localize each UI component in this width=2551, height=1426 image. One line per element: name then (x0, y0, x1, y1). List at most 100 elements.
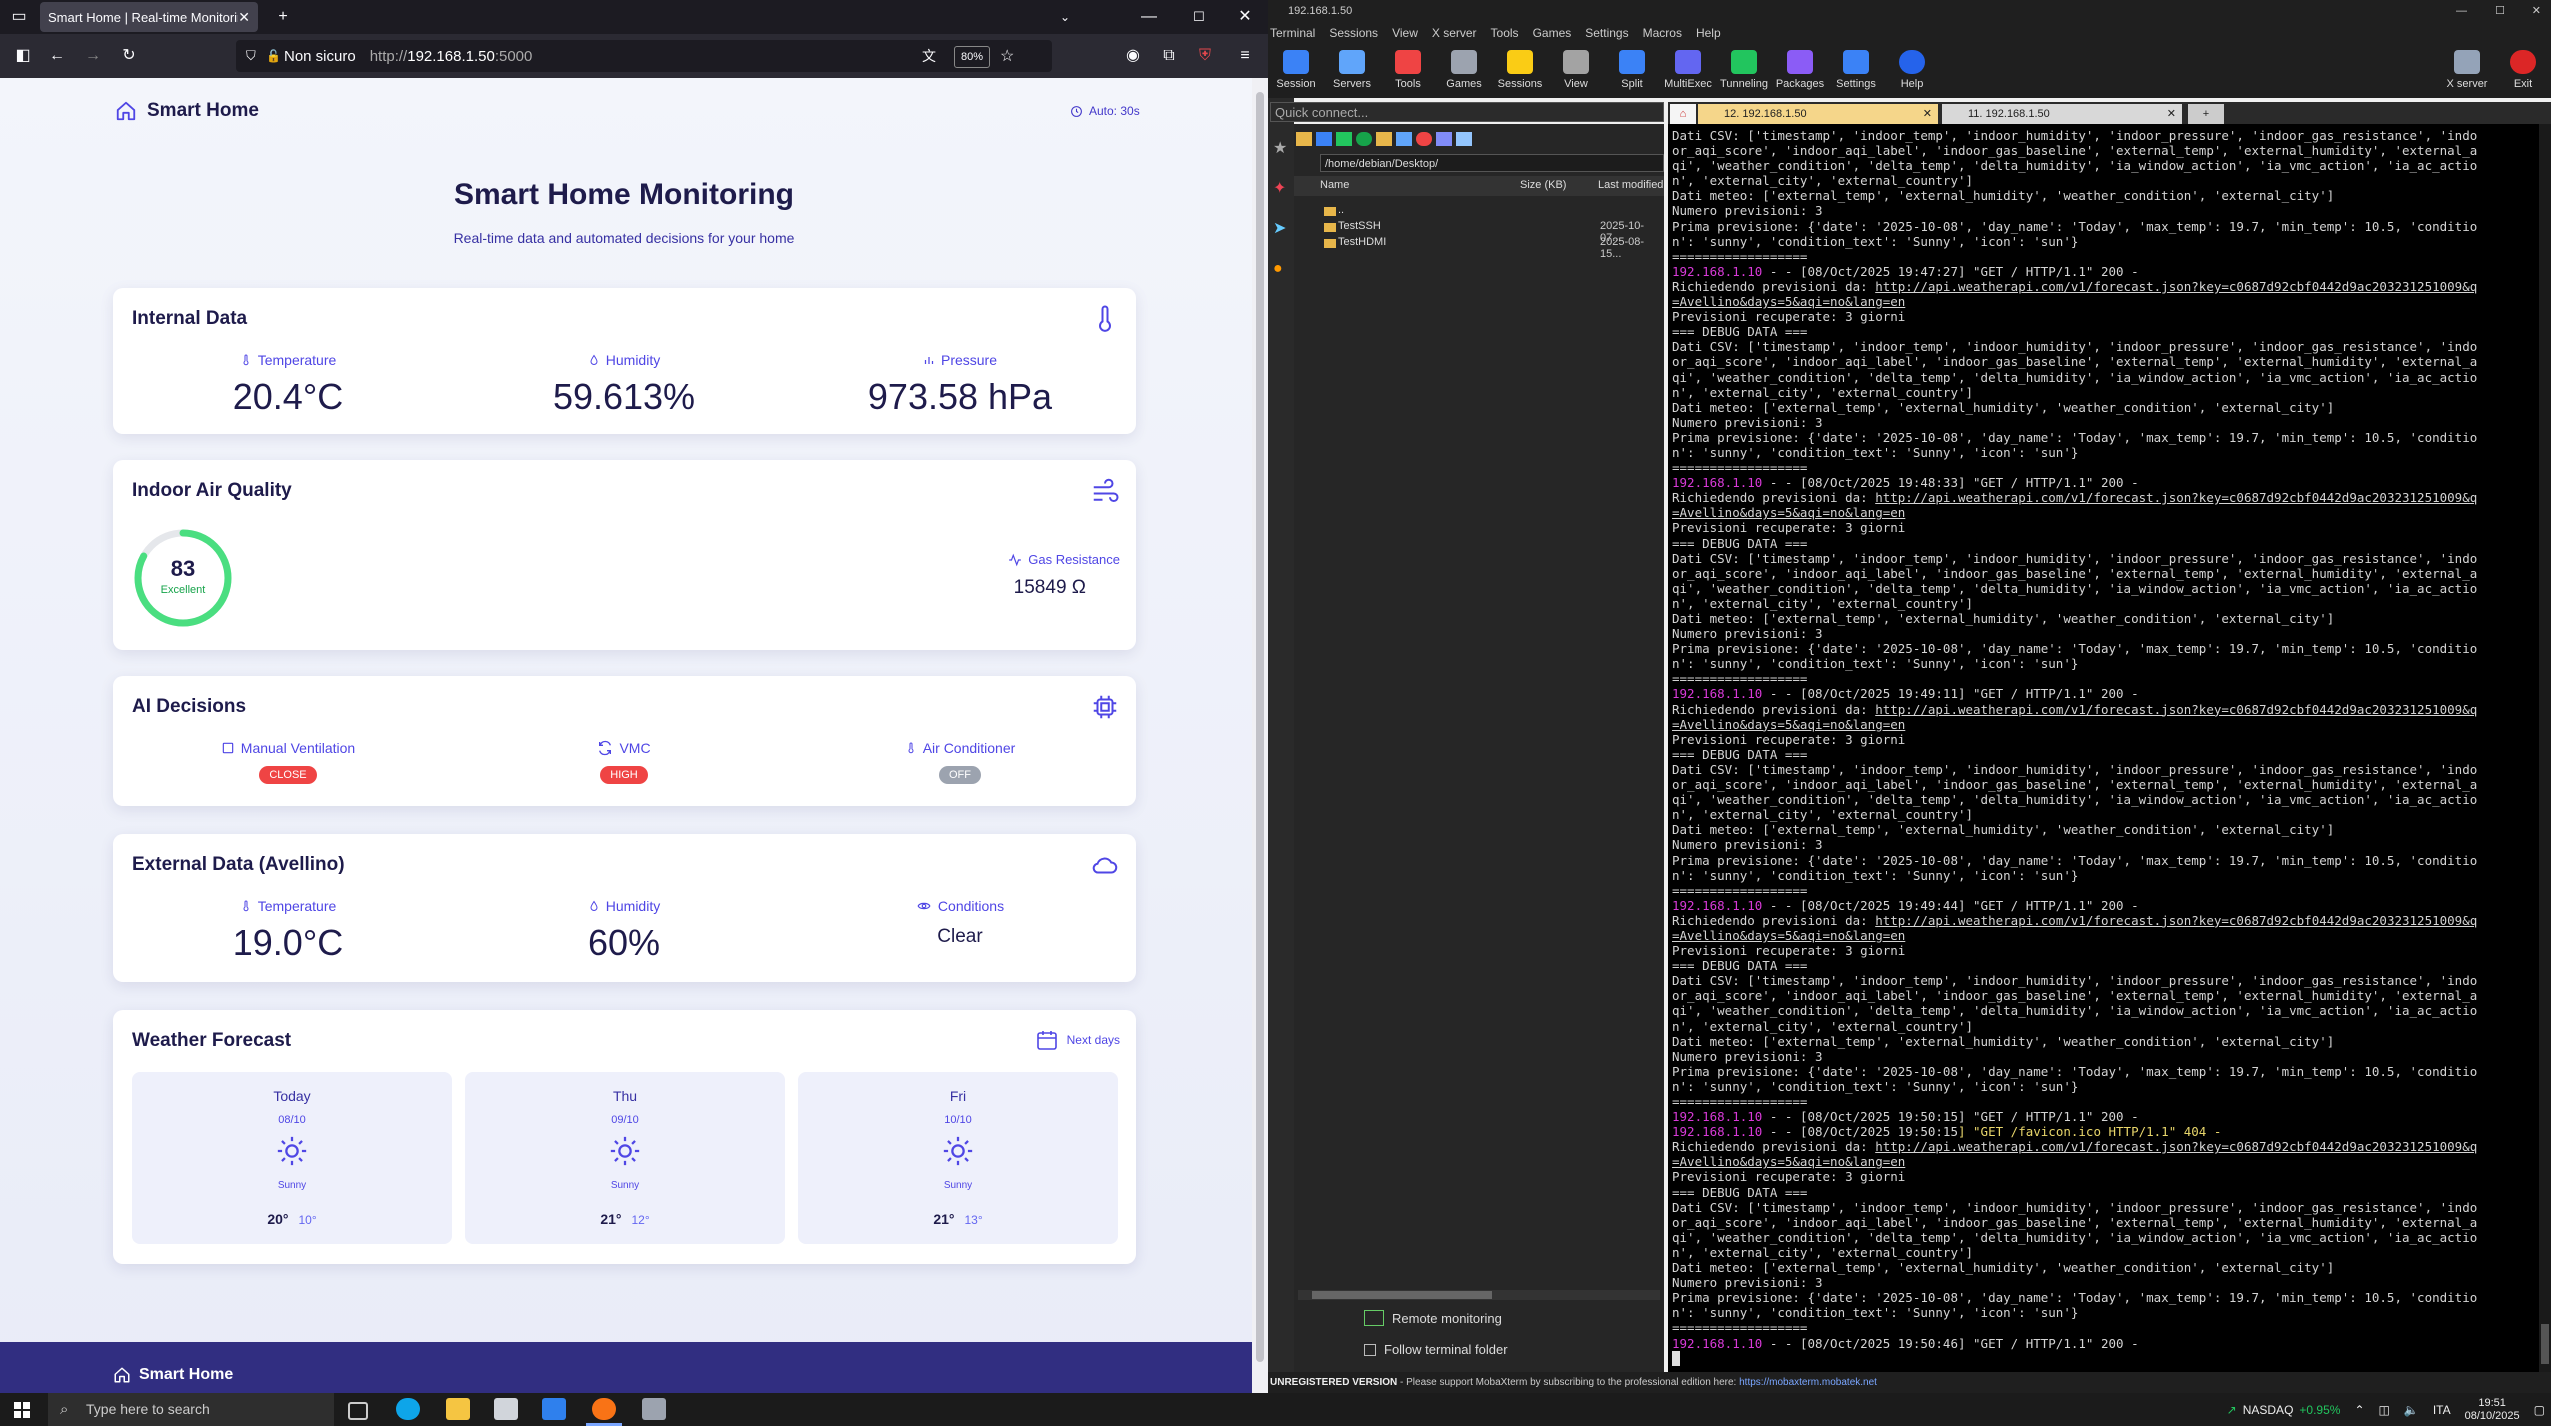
file-row[interactable]: TestHDMI 2025-08-15... (1294, 236, 1664, 260)
delete-icon[interactable] (1416, 132, 1432, 146)
menu-view[interactable]: View (1392, 26, 1418, 40)
browser-tab[interactable]: Smart Home | Real-time Monitoring ✕ (40, 2, 258, 32)
taskbar-search[interactable]: ⌕ Type here to search (48, 1393, 334, 1426)
tool-tunneling[interactable]: Tunneling (1716, 44, 1772, 98)
reload-icon[interactable]: ↻ (114, 41, 144, 71)
task-view-icon[interactable] (348, 1402, 368, 1420)
clock[interactable]: 19:51 08/10/2025 (2465, 1397, 2520, 1423)
menu-terminal[interactable]: Terminal (1270, 26, 1315, 40)
new-folder-icon[interactable] (1376, 132, 1392, 146)
menu-games[interactable]: Games (1533, 26, 1572, 40)
new-file-icon[interactable] (1396, 132, 1412, 146)
volume-icon[interactable]: 🔈 (2404, 1403, 2419, 1417)
extensions-icon[interactable]: ⧉ (1154, 41, 1184, 71)
new-tab-button[interactable]: + (2188, 104, 2224, 124)
sidebar-icon[interactable]: ◧ (8, 41, 38, 71)
windows-start-icon[interactable] (14, 1402, 30, 1418)
macro-icon[interactable]: ● (1273, 260, 1283, 278)
security-label[interactable]: Non sicuro (278, 48, 362, 65)
mobaxterm-icon[interactable] (642, 1398, 666, 1420)
back-icon[interactable]: ← (42, 41, 72, 71)
status-link[interactable]: https://mobaxterm.mobatek.net (1739, 1377, 1877, 1388)
menu-xserver[interactable]: X server (1432, 26, 1477, 40)
permissions-icon[interactable] (1456, 132, 1472, 146)
tool-sessions[interactable]: Sessions (1492, 44, 1548, 98)
minimize-icon[interactable]: — (1134, 2, 1164, 32)
tool-view[interactable]: View (1548, 44, 1604, 98)
zoom-indicator[interactable]: 80% (954, 46, 990, 68)
menu-help[interactable]: Help (1696, 26, 1721, 40)
translate-icon[interactable]: 文 (922, 46, 936, 66)
menu-sessions[interactable]: Sessions (1329, 26, 1378, 40)
tool-settings[interactable]: Settings (1828, 44, 1884, 98)
page-scrollbar[interactable] (1252, 78, 1268, 1393)
terminal-output[interactable]: Dati CSV: ['timestamp', 'indoor_temp', '… (1668, 124, 2539, 1372)
tool-session[interactable]: Session (1268, 44, 1324, 98)
remote-monitoring-button[interactable]: Remote monitoring (1364, 1310, 1502, 1326)
col-size[interactable]: Size (KB) (1520, 179, 1566, 191)
bookmark-star-icon[interactable]: ☆ (1000, 46, 1014, 66)
scrollbar-thumb[interactable] (1312, 1291, 1492, 1299)
terminal-tab-active[interactable]: 12. 192.168.1.50 ✕ (1698, 104, 1938, 124)
close-window-icon[interactable]: ✕ (1230, 2, 1260, 32)
tool-help[interactable]: Help (1884, 44, 1940, 98)
chevron-down-icon[interactable]: ⌄ (1050, 2, 1080, 32)
tool-exit[interactable]: Exit (2495, 44, 2551, 98)
language-indicator[interactable]: ITA (2433, 1403, 2451, 1417)
firefox-icon[interactable] (592, 1398, 616, 1420)
menu-icon[interactable]: ≡ (1230, 41, 1260, 71)
lock-slash-icon[interactable]: 🔓 (266, 49, 281, 63)
tool-servers[interactable]: Servers (1324, 44, 1380, 98)
tool-games[interactable]: Games (1436, 44, 1492, 98)
tool-split[interactable]: Split (1604, 44, 1660, 98)
tool-multiexec[interactable]: MultiExec (1660, 44, 1716, 98)
new-tab-icon[interactable]: + (268, 2, 298, 32)
stock-widget[interactable]: ↗ NASDAQ +0.95% (2227, 1403, 2341, 1417)
download-icon[interactable] (1316, 132, 1332, 146)
refresh-icon[interactable] (1356, 132, 1372, 146)
folder-up-icon[interactable] (1296, 132, 1312, 146)
file-row[interactable]: .. (1294, 204, 1664, 220)
url-text[interactable]: http://192.168.1.50:5000 (370, 48, 533, 65)
store-icon[interactable] (494, 1398, 518, 1420)
menu-macros[interactable]: Macros (1643, 26, 1682, 40)
tool-xserver[interactable]: X server (2439, 44, 2495, 98)
forward-icon[interactable]: → (78, 41, 108, 71)
scrollbar-thumb[interactable] (1256, 92, 1264, 1362)
follow-folder-checkbox[interactable]: Follow terminal folder (1364, 1342, 1508, 1357)
close-tab-icon[interactable]: ✕ (1923, 104, 1932, 124)
menu-settings[interactable]: Settings (1585, 26, 1628, 40)
file-row[interactable]: TestSSH 2025-10-07... (1294, 220, 1664, 244)
col-modified[interactable]: Last modified (1598, 179, 1663, 191)
tray-overflow-icon[interactable]: ⌃ (2354, 1403, 2364, 1417)
tools-icon[interactable]: ✦ (1273, 178, 1286, 198)
terminal-tab[interactable]: 11. 192.168.1.50 ✕ (1942, 104, 2182, 124)
network-icon[interactable]: ◫ (2379, 1403, 2390, 1417)
tool-tools[interactable]: Tools (1380, 44, 1436, 98)
close-tab-icon[interactable]: ✕ (2167, 104, 2176, 124)
vscode-icon[interactable] (542, 1398, 566, 1420)
tool-packages[interactable]: Packages (1772, 44, 1828, 98)
url-bar[interactable]: ⛉ 🔓 Non sicuro http://192.168.1.50:5000 … (236, 40, 1052, 72)
footer-brand[interactable]: Smart Home (113, 1366, 233, 1384)
shield-icon[interactable]: ⛉ (246, 48, 256, 64)
tab-list-icon[interactable]: ▭ (4, 2, 34, 32)
upload-icon[interactable] (1336, 132, 1352, 146)
scrollbar-thumb[interactable] (2541, 1324, 2549, 1364)
terminal-scrollbar[interactable] (2539, 124, 2551, 1372)
ublock-icon[interactable]: ⛨ (1190, 41, 1220, 71)
sftp-path[interactable]: /home/debian/Desktop/ (1320, 154, 1664, 172)
col-name[interactable]: Name (1320, 179, 1349, 191)
minimize-icon[interactable]: — (2456, 0, 2467, 22)
home-tab[interactable]: ⌂ (1670, 104, 1696, 124)
site-brand[interactable]: Smart Home (115, 100, 259, 122)
notifications-icon[interactable]: ▢ (2534, 1403, 2545, 1417)
account-icon[interactable]: ◉ (1118, 41, 1148, 71)
sftp-icon[interactable]: ➤ (1273, 218, 1286, 238)
star-icon[interactable]: ★ (1273, 138, 1287, 158)
maximize-icon[interactable]: ☐ (2495, 0, 2505, 22)
edge-icon[interactable] (396, 1398, 420, 1420)
sftp-h-scrollbar[interactable] (1298, 1290, 1660, 1300)
menu-tools[interactable]: Tools (1491, 26, 1519, 40)
close-tab-icon[interactable]: ✕ (238, 9, 250, 26)
